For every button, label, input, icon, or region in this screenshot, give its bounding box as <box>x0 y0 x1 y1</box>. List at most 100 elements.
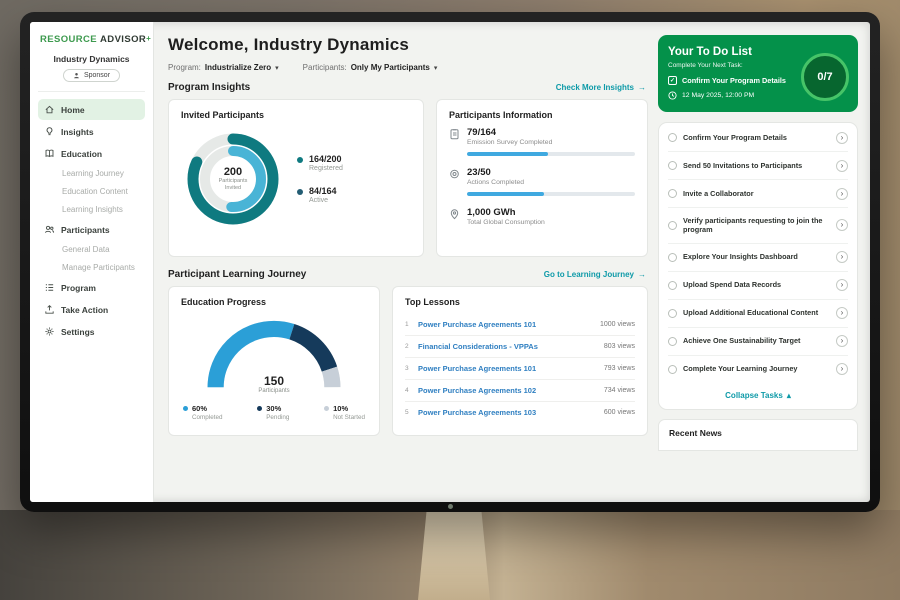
chevron-up-icon: ▴ <box>787 391 791 400</box>
lesson-views: 803 views <box>604 343 635 350</box>
task-verify-participants[interactable]: Verify participants requesting to join t… <box>668 208 848 244</box>
lesson-views: 1000 views <box>600 321 635 328</box>
chevron-right-icon[interactable]: › <box>836 160 848 172</box>
sidebar-item-learning-insights[interactable]: Learning Insights <box>38 201 145 218</box>
main-content: Welcome, Industry Dynamics Program: Indu… <box>154 22 654 502</box>
active-value: 84/164 <box>309 186 337 196</box>
sidebar-item-insights[interactable]: Insights <box>38 121 145 142</box>
registered-dot <box>297 157 303 163</box>
sidebar-item-label: Education Content <box>62 187 128 196</box>
lesson-link[interactable]: Power Purchase Agreements 101 <box>418 364 536 373</box>
sponsor-badge[interactable]: Sponsor <box>63 69 120 82</box>
gauge-center: 150 Participants <box>199 374 349 394</box>
sidebar-item-label: Learning Journey <box>62 169 124 178</box>
sidebar-item-settings[interactable]: Settings <box>38 321 145 342</box>
gauge-legend: 60% Completed 30% Pending <box>181 404 367 421</box>
sidebar-item-program[interactable]: Program <box>38 277 145 298</box>
lesson-rank: 5 <box>405 409 411 416</box>
task-checkbox[interactable] <box>668 253 677 262</box>
task-confirm-program[interactable]: Confirm Your Program Details › <box>668 124 848 152</box>
chevron-right-icon[interactable]: › <box>836 307 848 319</box>
participants-filter-label: Participants: <box>303 63 347 72</box>
task-upload-spend-data[interactable]: Upload Spend Data Records › <box>668 272 848 300</box>
sidebar-item-general-data[interactable]: General Data <box>38 241 145 258</box>
task-checkbox[interactable] <box>668 309 677 318</box>
task-explore-insights[interactable]: Explore Your Insights Dashboard › <box>668 244 848 272</box>
participants-filter-value: Only My Participants <box>351 63 430 72</box>
task-complete-learning-journey[interactable]: Complete Your Learning Journey › <box>668 356 848 383</box>
scene-background: RESOURCEADVISOR+ Industry Dynamics Spons… <box>0 0 900 600</box>
lesson-link[interactable]: Power Purchase Agreements 101 <box>418 320 536 329</box>
stat-actions-completed: 23/50 Actions Completed <box>449 167 635 196</box>
sidebar-item-education-content[interactable]: Education Content <box>38 183 145 200</box>
brand-plus: + <box>146 34 151 43</box>
survey-icon <box>449 128 460 140</box>
task-checkbox[interactable] <box>668 133 677 142</box>
task-checkbox[interactable] <box>668 281 677 290</box>
chevron-right-icon[interactable]: › <box>836 251 848 263</box>
collapse-tasks-button[interactable]: Collapse Tasks ▴ <box>668 383 848 408</box>
todo-summary-card: Your To Do List Complete Your Next Task:… <box>658 35 858 112</box>
task-label: Invite a Collaborator <box>683 189 830 199</box>
upload-icon <box>44 304 55 315</box>
todo-due-label: 12 May 2025, 12:00 PM <box>682 92 754 99</box>
task-send-invitations[interactable]: Send 50 Invitations to Participants › <box>668 152 848 180</box>
gauge-label: Participants <box>258 388 289 394</box>
account-name: Industry Dynamics <box>38 54 145 64</box>
task-label: Confirm Your Program Details <box>683 133 830 143</box>
sidebar-item-learning-journey[interactable]: Learning Journey <box>38 165 145 182</box>
chevron-right-icon[interactable]: › <box>836 188 848 200</box>
task-label: Explore Your Insights Dashboard <box>683 252 830 262</box>
participants-filter[interactable]: Participants: Only My Participants ▾ <box>303 63 438 72</box>
program-filter[interactable]: Program: Industrialize Zero ▾ <box>168 63 279 72</box>
info-card-title: Participants Information <box>449 110 635 120</box>
lesson-link[interactable]: Financial Considerations - VPPAs <box>418 342 538 351</box>
chevron-right-icon[interactable]: › <box>836 132 848 144</box>
go-to-learning-journey-link[interactable]: Go to Learning Journey → <box>544 270 646 279</box>
sidebar-item-manage-participants[interactable]: Manage Participants <box>38 259 145 276</box>
task-checkbox[interactable] <box>668 161 677 170</box>
stat-value: 23/50 <box>467 167 524 178</box>
app-logo: RESOURCEADVISOR+ <box>40 34 145 45</box>
home-icon <box>44 104 55 115</box>
lesson-link[interactable]: Power Purchase Agreements 103 <box>418 408 536 417</box>
not-started-label: Not Started <box>333 414 365 421</box>
task-achieve-target[interactable]: Achieve One Sustainability Target › <box>668 328 848 356</box>
chevron-right-icon[interactable]: › <box>836 219 848 231</box>
legend-not-started: 10% Not Started <box>324 404 365 421</box>
legend-registered: 164/200 Registered <box>297 154 343 172</box>
lesson-link[interactable]: Power Purchase Agreements 102 <box>418 386 536 395</box>
completed-label: Completed <box>192 414 222 421</box>
power-led <box>448 504 453 509</box>
sidebar-item-take-action[interactable]: Take Action <box>38 299 145 320</box>
list-icon <box>44 282 55 293</box>
task-upload-educational-content[interactable]: Upload Additional Educational Content › <box>668 300 848 328</box>
account-header: Industry Dynamics Sponsor <box>38 54 145 92</box>
sidebar: RESOURCEADVISOR+ Industry Dynamics Spons… <box>30 22 154 502</box>
lesson-views: 793 views <box>604 365 635 372</box>
task-checkbox[interactable] <box>668 365 677 374</box>
completed-dot <box>183 406 188 411</box>
top-lessons-title: Top Lessons <box>405 297 635 307</box>
screen: RESOURCEADVISOR+ Industry Dynamics Spons… <box>30 22 870 502</box>
learning-journey-title: Participant Learning Journey <box>168 269 306 280</box>
chevron-right-icon[interactable]: › <box>836 279 848 291</box>
book-icon <box>44 148 55 159</box>
registered-label: Registered <box>309 165 343 172</box>
todo-next-task[interactable]: ✓ Confirm Your Program Details <box>668 76 786 85</box>
check-more-insights-link[interactable]: Check More Insights → <box>556 83 646 92</box>
chevron-right-icon[interactable]: › <box>836 363 848 375</box>
task-checkbox[interactable] <box>668 337 677 346</box>
insights-cards-row: Invited Participants <box>168 99 648 257</box>
learning-journey-header: Participant Learning Journey Go to Learn… <box>168 269 646 280</box>
task-checkbox[interactable] <box>668 221 677 230</box>
sidebar-item-education[interactable]: Education <box>38 143 145 164</box>
sidebar-item-home[interactable]: Home <box>38 99 145 120</box>
sidebar-item-participants[interactable]: Participants <box>38 219 145 240</box>
task-checkbox[interactable] <box>668 189 677 198</box>
program-filter-value: Industrialize Zero <box>205 63 271 72</box>
chevron-right-icon[interactable]: › <box>836 335 848 347</box>
task-invite-collaborator[interactable]: Invite a Collaborator › <box>668 180 848 208</box>
sponsor-badge-label: Sponsor <box>84 72 110 79</box>
not-started-value: 10% <box>333 404 365 413</box>
